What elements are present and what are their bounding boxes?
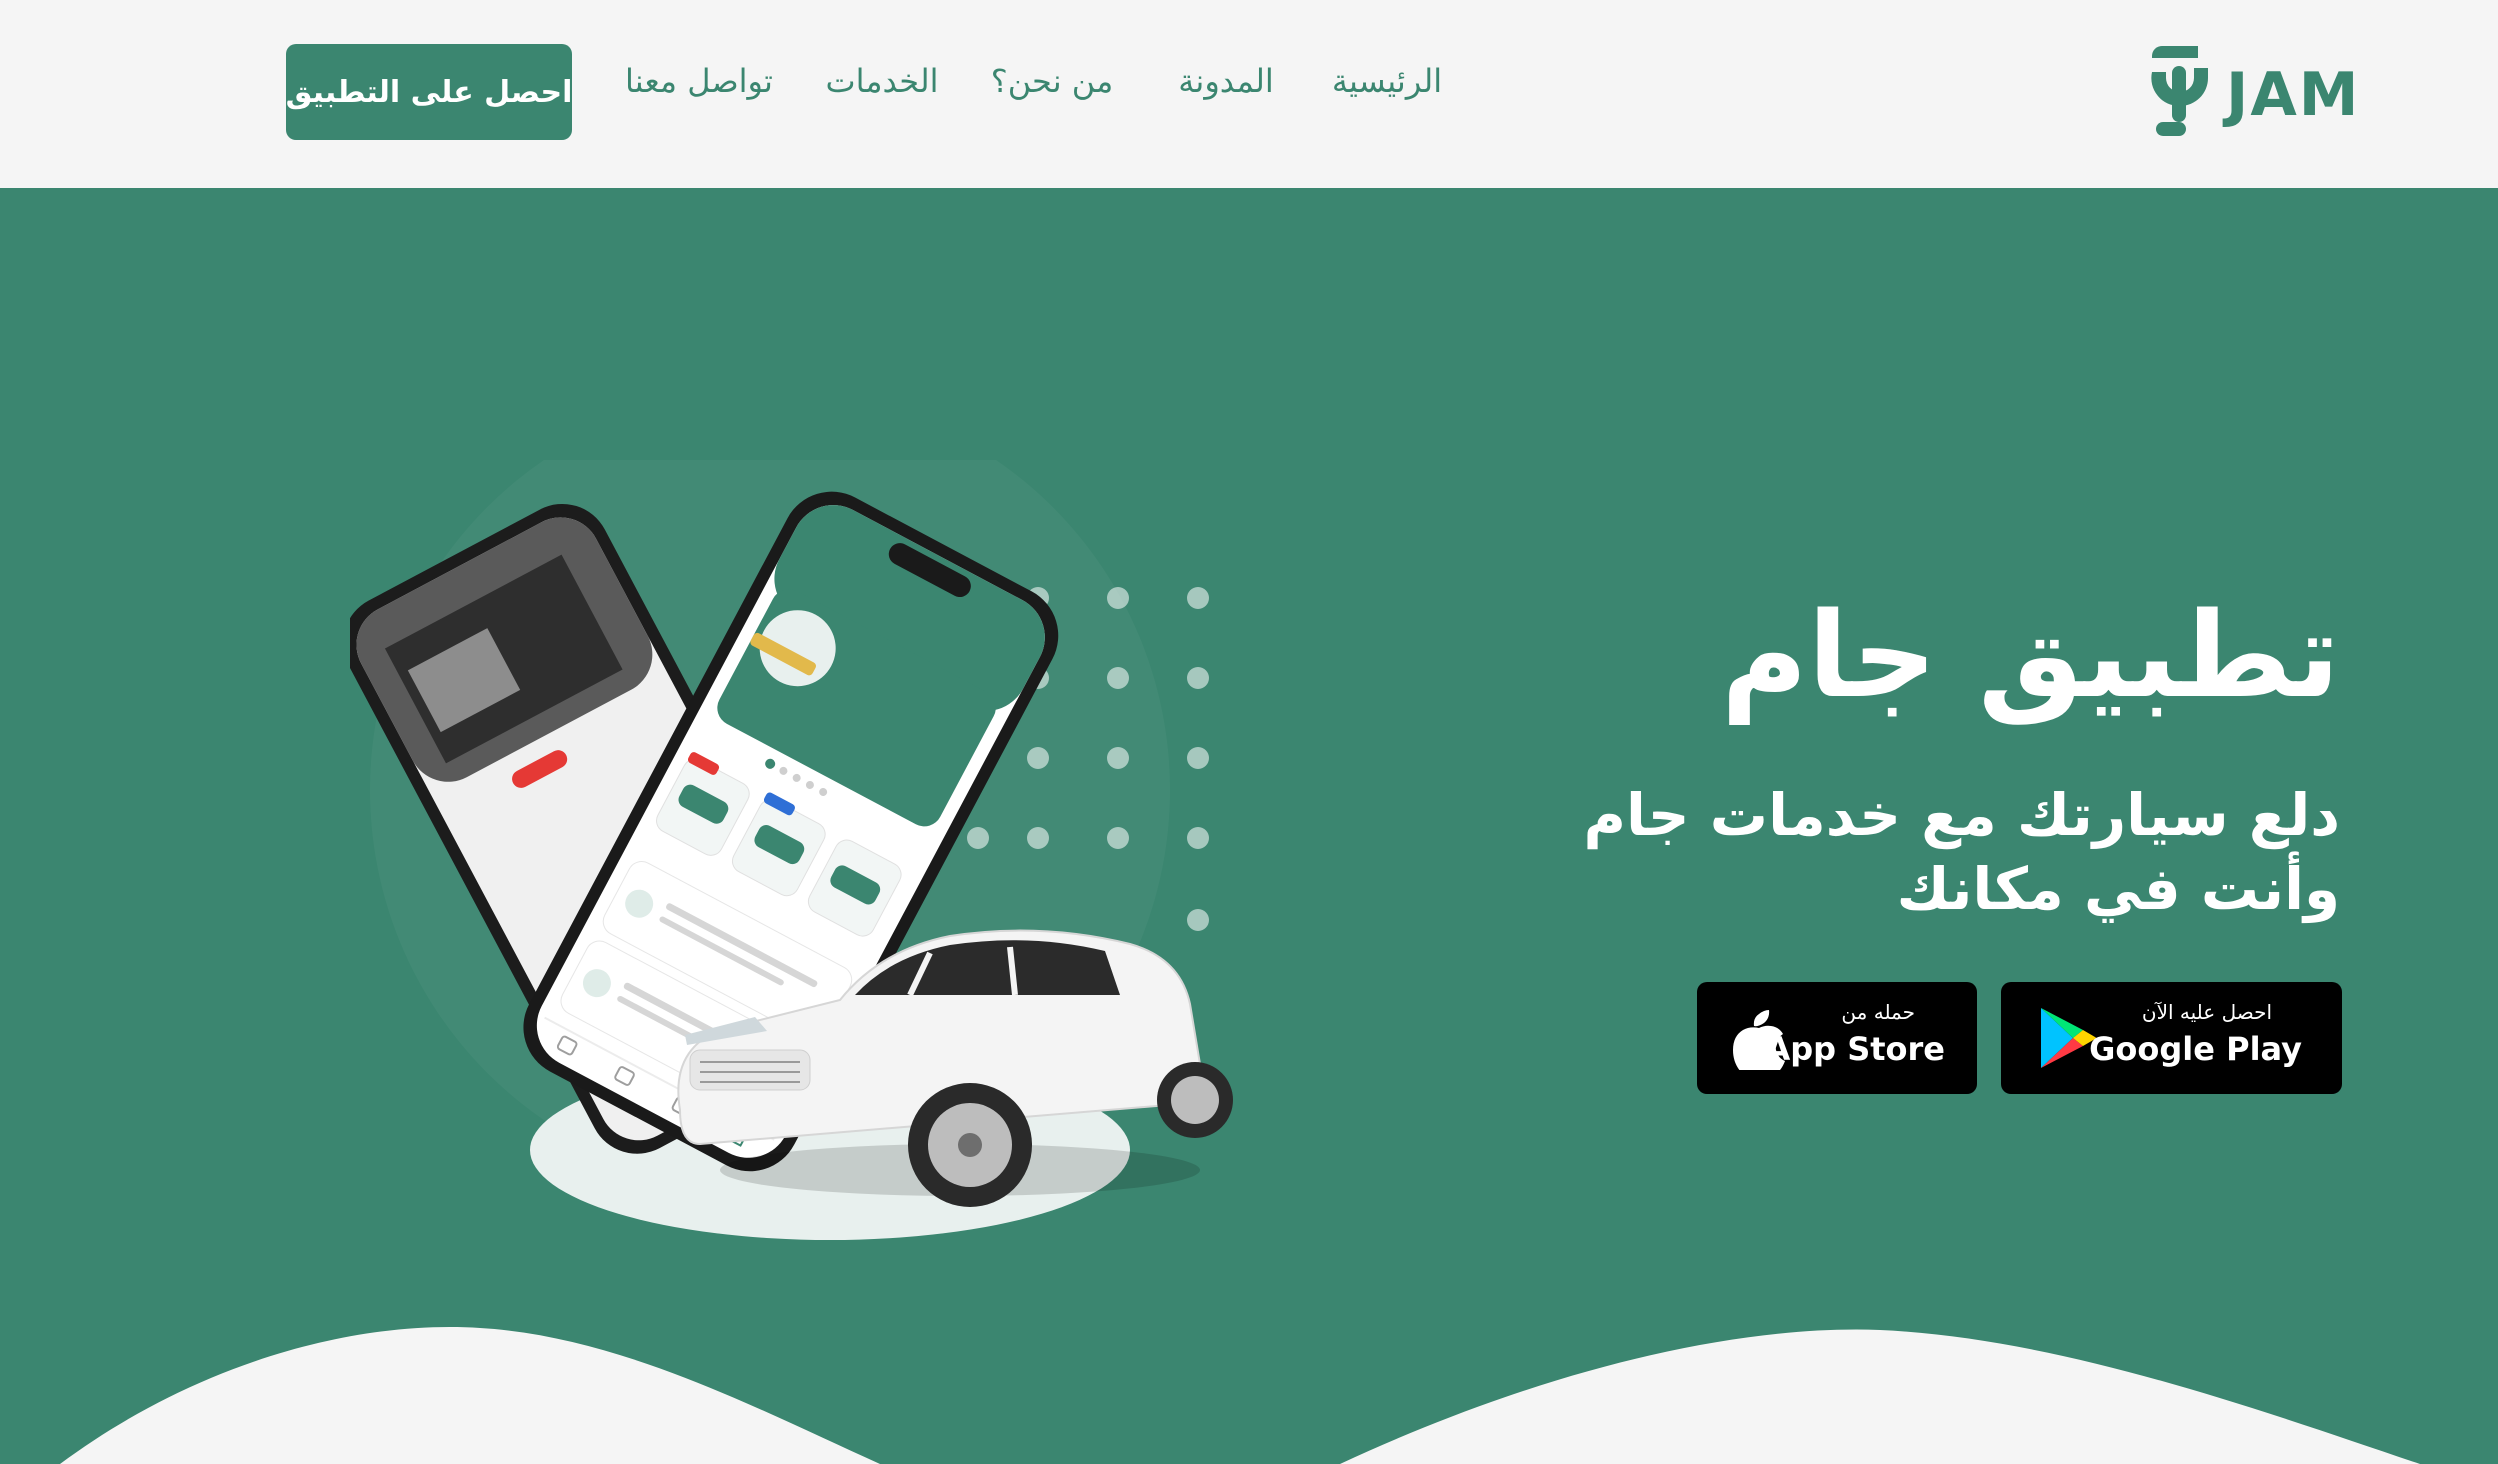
nav-home[interactable]: الرئيسية [1312,62,1462,118]
google-play-icon [2041,1008,2096,1068]
phones-car-illustration [343,390,1233,1240]
hero-title: تطبيق جام [1721,586,2340,724]
site-header: JAM الرئيسية المدونة من نحن؟ الخدمات توا… [0,0,2498,188]
brand-logo[interactable]: JAM [2148,40,2358,144]
google-play-button[interactable]: احصل عليه الآن Google Play [2001,982,2342,1094]
app-store-big-text: App Store [1765,1030,1945,1068]
hero-subtitle-line-2: وأنت في مكانك [1896,855,2340,923]
get-app-button[interactable]: احصل على التطبيق [286,44,572,140]
hero-subtitle: دلع سيارتك مع خدمات جام وأنت في مكانك [1440,778,2341,926]
google-play-small-text: احصل عليه الآن [2141,1000,2272,1024]
nav-contact[interactable]: تواصل معنا [624,62,774,118]
bottom-wave-decoration [60,1327,2420,1464]
google-play-big-text: Google Play [2089,1030,2302,1068]
nav-blog[interactable]: المدونة [1160,62,1292,118]
app-store-button[interactable]: حمله من App Store [1697,982,1977,1094]
hero-illustration [343,390,1250,1280]
nav-about[interactable]: من نحن؟ [990,62,1114,118]
jam-logo-icon [2151,46,2208,136]
nav-services[interactable]: الخدمات [822,62,942,118]
brand-name: JAM [2226,60,2361,130]
hero-subtitle-line-1: دلع سيارتك مع خدمات جام [1583,781,2341,849]
app-store-small-text: حمله من [1841,1000,1915,1024]
